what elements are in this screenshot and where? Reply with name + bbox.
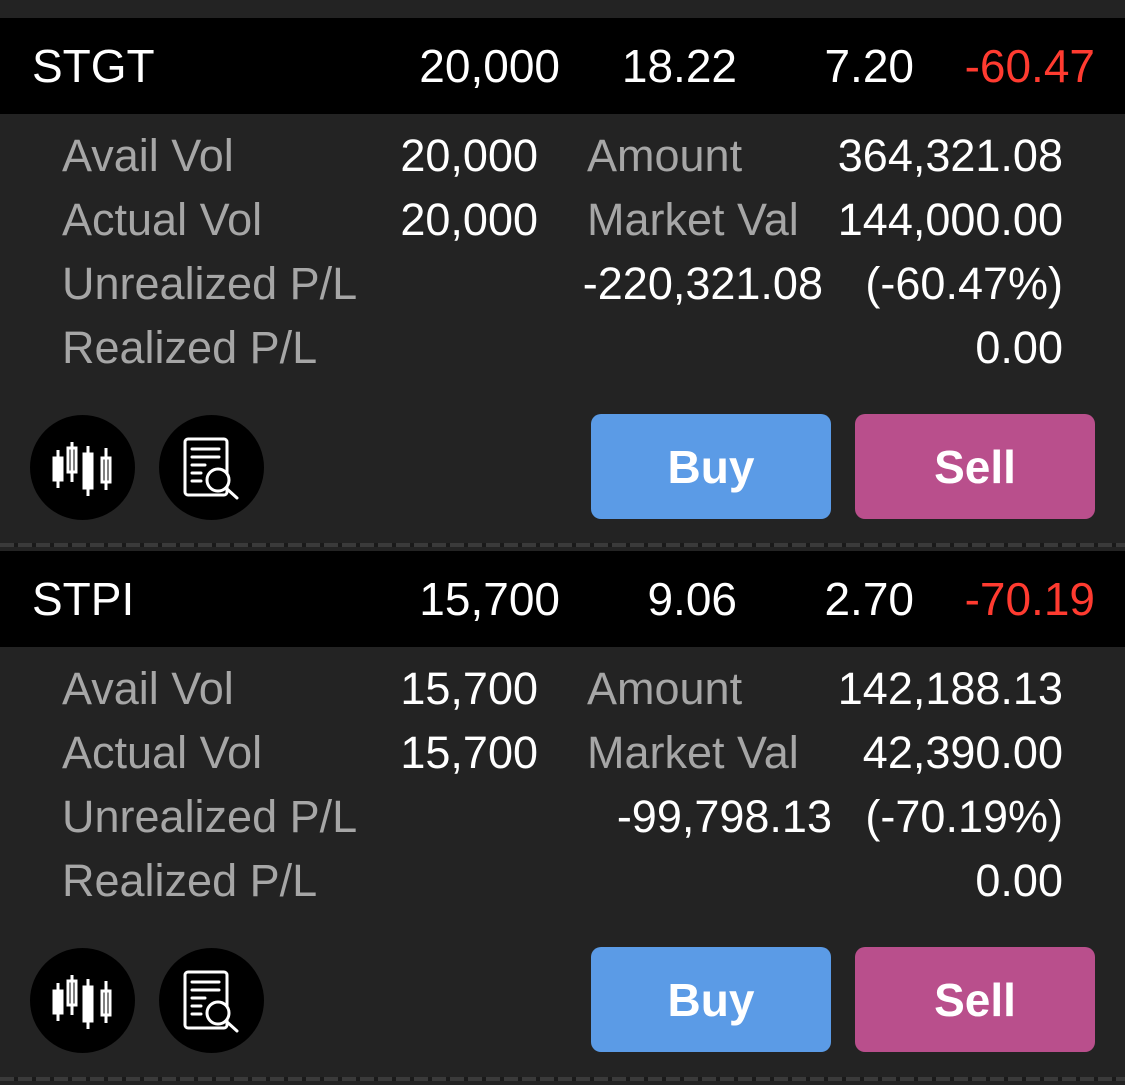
candlestick-chart-icon[interactable] [30,415,135,520]
position-card-stgt: STGT 20,000 18.22 7.20 -60.47 Avail Vol … [0,18,1125,545]
unrealized-pl-percent: (-70.19%) [865,791,1063,842]
realized-pl-value: 0.00 [975,322,1063,373]
volume: 20,000 [419,40,560,92]
divider [0,1077,1125,1081]
symbol: STGT [32,40,155,92]
sell-button[interactable]: Sell [855,947,1095,1052]
avg-cost: 18.22 [621,40,737,92]
realized-pl-label: Realized P/L [62,322,318,373]
symbol: STPI [32,573,135,625]
position-details: Avail Vol 20,000 Amount 364,321.08 Actua… [0,114,1125,545]
sell-button[interactable]: Sell [855,414,1095,519]
unrealized-pl-value: -220,321.08 [582,258,823,309]
realized-pl-value: 0.00 [975,855,1063,906]
amount-label: Amount [587,130,743,181]
realized-pl-label: Realized P/L [62,855,318,906]
buy-button[interactable]: Buy [591,947,831,1052]
unrealized-pl-percent: (-60.47%) [865,258,1063,309]
actual-vol-value: 20,000 [400,194,538,245]
position-header[interactable]: STGT 20,000 18.22 7.20 -60.47 [0,18,1125,114]
market-val-value: 144,000.00 [837,194,1063,245]
unrealized-pl-label: Unrealized P/L [62,258,358,309]
market-val-value: 42,390.00 [862,727,1063,778]
pl-percent: -60.47 [964,40,1095,92]
amount-value: 142,188.13 [837,663,1063,714]
avail-vol-label: Avail Vol [62,663,234,714]
avg-cost: 9.06 [647,573,737,625]
last-price: 7.20 [824,40,914,92]
position-header[interactable]: STPI 15,700 9.06 2.70 -70.19 [0,551,1125,647]
unrealized-pl-label: Unrealized P/L [62,791,358,842]
market-val-label: Market Val [587,194,799,245]
amount-label: Amount [587,663,743,714]
divider [0,543,1125,547]
top-sliver [0,0,1125,14]
avail-vol-value: 15,700 [400,663,538,714]
market-val-label: Market Val [587,727,799,778]
position-card-stpi: STPI 15,700 9.06 2.70 -70.19 Avail Vol 1… [0,551,1125,1078]
unrealized-pl-value: -99,798.13 [616,791,832,842]
document-search-icon[interactable] [159,415,264,520]
buy-button[interactable]: Buy [591,414,831,519]
position-details: Avail Vol 15,700 Amount 142,188.13 Actua… [0,647,1125,1078]
pl-percent: -70.19 [964,573,1095,625]
avail-vol-value: 20,000 [400,130,538,181]
document-search-icon[interactable] [159,948,264,1053]
actual-vol-label: Actual Vol [62,194,263,245]
volume: 15,700 [419,573,560,625]
actual-vol-value: 15,700 [400,727,538,778]
last-price: 2.70 [824,573,914,625]
actual-vol-label: Actual Vol [62,727,263,778]
avail-vol-label: Avail Vol [62,130,234,181]
amount-value: 364,321.08 [837,130,1063,181]
candlestick-chart-icon[interactable] [30,948,135,1053]
